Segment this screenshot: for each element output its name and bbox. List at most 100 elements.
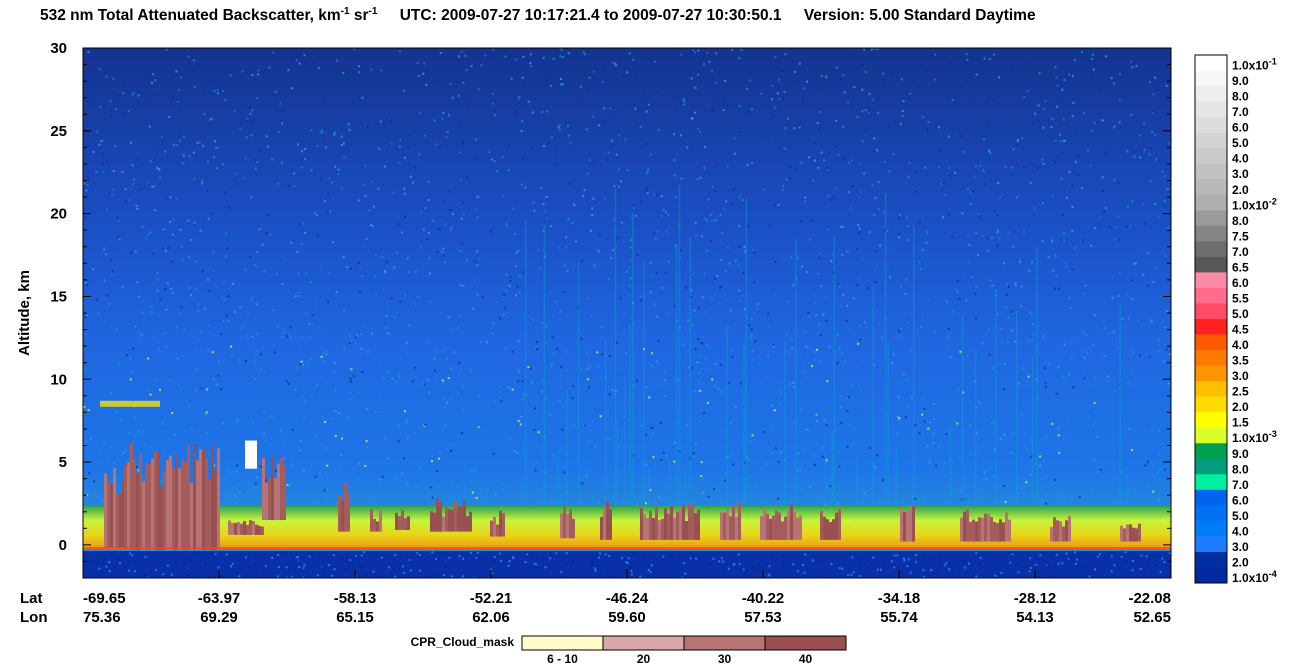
noise-pixel (900, 327, 903, 330)
noise-pixel (424, 134, 426, 137)
noise-pixel (753, 251, 756, 254)
noise-pixel (315, 214, 318, 217)
noise-pixel (110, 392, 113, 395)
noise-pixel (567, 52, 570, 55)
noise-pixel (533, 562, 536, 565)
noise-pixel (516, 451, 518, 454)
noise-pixel (188, 256, 191, 258)
noise-pixel (464, 54, 467, 57)
noise-pixel (325, 381, 328, 384)
noise-pixel (915, 560, 918, 563)
noise-pixel (1154, 202, 1157, 205)
noise-pixel (164, 150, 167, 153)
noise-pixel (433, 357, 436, 360)
noise-pixel (178, 134, 181, 137)
noise-pixel (597, 249, 600, 252)
noise-pixel (728, 326, 731, 329)
noise-pixel (708, 347, 711, 350)
noise-pixel (1157, 350, 1160, 353)
noise-pixel (868, 373, 871, 375)
noise-pixel (1031, 323, 1034, 326)
noise-pixel (95, 130, 98, 133)
noise-pixel (663, 63, 666, 66)
noise-pixel (1034, 207, 1036, 210)
noise-pixel (804, 331, 807, 333)
noise-pixel (659, 438, 662, 441)
noise-pixel (103, 279, 106, 282)
noise-pixel (956, 291, 959, 293)
noise-pixel (618, 134, 621, 137)
noise-pixel (598, 124, 600, 127)
noise-pixel (424, 207, 427, 210)
noise-pixel (642, 94, 645, 97)
noise-pixel (816, 348, 818, 351)
noise-pixel (361, 96, 364, 99)
noise-pixel (962, 150, 965, 153)
noise-pixel (407, 147, 410, 150)
noise-pixel (170, 288, 173, 291)
noise-pixel (601, 353, 604, 356)
colorbar-label: 8.0 (1232, 214, 1249, 228)
noise-pixel (877, 208, 880, 211)
noise-pixel (365, 574, 368, 577)
noise-pixel (1053, 478, 1056, 481)
noise-pixel (340, 144, 343, 146)
noise-pixel (414, 166, 417, 169)
noise-pixel (443, 200, 446, 203)
noise-pixel (358, 71, 360, 74)
noise-pixel (704, 108, 707, 111)
noise-pixel (220, 333, 222, 335)
noise-pixel (1061, 88, 1064, 91)
noise-pixel (420, 211, 423, 214)
noise-streak (833, 236, 835, 529)
noise-pixel (516, 285, 519, 288)
noise-pixel (864, 109, 867, 112)
colorbar-swatch (1195, 287, 1227, 304)
noise-pixel (1163, 200, 1166, 203)
noise-pixel (192, 151, 195, 154)
noise-pixel (395, 251, 398, 254)
noise-pixel (1014, 282, 1017, 285)
cloud-mask-column (723, 512, 726, 540)
noise-pixel (1131, 351, 1134, 354)
noise-pixel (164, 250, 167, 252)
noise-pixel (254, 167, 257, 170)
noise-pixel (1150, 321, 1153, 324)
noise-pixel (206, 388, 209, 391)
noise-pixel (394, 575, 397, 578)
noise-pixel (1006, 236, 1009, 239)
noise-pixel (539, 483, 542, 486)
noise-pixel (122, 452, 125, 455)
noise-pixel (687, 383, 690, 386)
noise-pixel (700, 354, 703, 357)
noise-pixel (645, 143, 648, 145)
noise-pixel (749, 337, 752, 340)
noise-pixel (267, 145, 270, 148)
noise-pixel (192, 59, 195, 62)
noise-pixel (334, 434, 337, 437)
noise-pixel (394, 554, 397, 557)
noise-pixel (585, 351, 588, 354)
noise-pixel (128, 432, 131, 435)
noise-pixel (332, 418, 335, 420)
noise-pixel (105, 159, 108, 162)
cloud-mask-column (1062, 526, 1065, 542)
lon-tick-label: 52.65 (1133, 609, 1171, 626)
noise-pixel (907, 321, 910, 324)
noise-pixel (883, 83, 886, 86)
noise-pixel (1075, 132, 1078, 135)
noise-pixel (804, 200, 807, 203)
noise-pixel (673, 305, 676, 308)
noise-pixel (173, 433, 176, 436)
noise-pixel (534, 469, 537, 472)
noise-pixel (1159, 571, 1162, 573)
noise-pixel (684, 327, 687, 330)
cloud-feature-upper (100, 400, 160, 407)
noise-pixel (614, 62, 617, 65)
noise-pixel (1059, 133, 1062, 136)
noise-pixel (587, 88, 590, 91)
noise-pixel (568, 126, 571, 129)
noise-pixel (653, 232, 656, 235)
noise-pixel (497, 59, 500, 62)
noise-pixel (349, 391, 352, 394)
